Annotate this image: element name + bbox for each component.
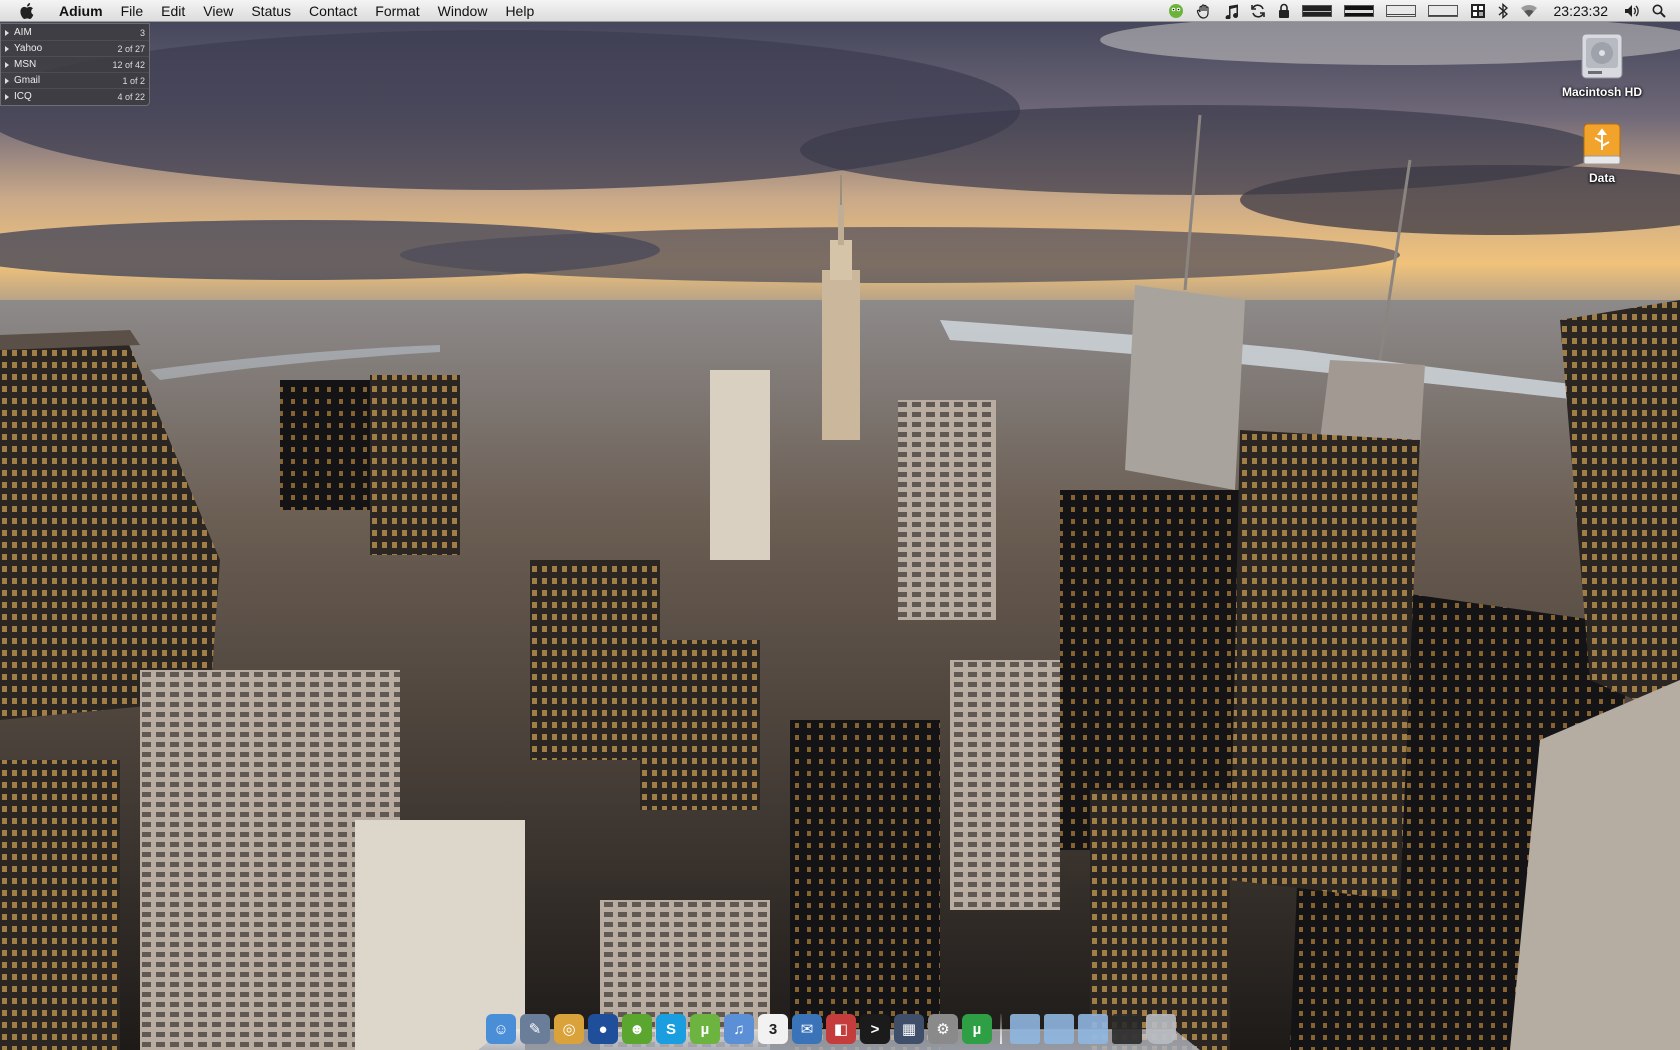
disk-meter-icon[interactable] (1422, 0, 1464, 22)
menu-window[interactable]: Window (429, 0, 497, 22)
dock-skype-icon[interactable]: S (656, 1014, 686, 1044)
lock-icon[interactable] (1272, 0, 1296, 22)
dock-adium-icon[interactable]: ☻ (622, 1014, 652, 1044)
dock-separator (1000, 1014, 1002, 1044)
adium-contact-list: AIM 3 Yahoo 2 of 27 MSN 12 of 42 Gmail 1… (0, 23, 150, 106)
network-meter-icon[interactable] (1380, 0, 1422, 22)
disclosure-triangle-icon[interactable] (5, 61, 9, 68)
memory-meter-icon[interactable] (1338, 0, 1380, 22)
disclosure-triangle-icon[interactable] (5, 93, 9, 100)
dock-items: ☺ ✎ ◎ ● ☻ Sµ ♫ 3 ✉ ◧ > ▦ ⚙ µ (484, 1014, 1178, 1044)
usb-drive-icon (1583, 123, 1621, 165)
menu-edit[interactable]: Edit (152, 0, 194, 22)
dock: ☺ ✎ ◎ ● ☻ Sµ ♫ 3 ✉ ◧ > ▦ ⚙ µ (478, 1004, 1200, 1050)
menu-clock[interactable]: 23:23:32 (1544, 0, 1619, 22)
menu-bar: Adium File Edit View Status Contact Form… (0, 0, 1680, 22)
account-name: AIM (14, 27, 32, 38)
dock-mail-icon[interactable]: ✉ (792, 1014, 822, 1044)
disclosure-triangle-icon[interactable] (5, 29, 9, 36)
account-count: 12 of 42 (112, 59, 145, 70)
desktop: Adium File Edit View Status Contact Form… (0, 0, 1680, 1050)
menu-format[interactable]: Format (366, 0, 428, 22)
dock-globe-icon[interactable]: ● (588, 1014, 618, 1044)
account-group-yahoo[interactable]: Yahoo 2 of 27 (1, 41, 149, 57)
dock-trash-icon[interactable] (1146, 1014, 1176, 1044)
account-name: MSN (14, 59, 37, 70)
dock-documents-folder-icon[interactable] (1044, 1014, 1074, 1044)
spotlight-icon[interactable] (1646, 0, 1680, 22)
dock-applications-folder-icon[interactable] (1010, 1014, 1040, 1044)
account-count: 4 of 22 (117, 91, 145, 102)
account-count: 1 of 2 (122, 75, 145, 86)
dock-utorrent-icon[interactable]: µ (962, 1014, 992, 1044)
account-group-gmail[interactable]: Gmail 1 of 2 (1, 73, 149, 89)
menu-help[interactable]: Help (496, 0, 543, 22)
dock-system-preferences-icon[interactable]: ⚙ (928, 1014, 958, 1044)
menu-app-name[interactable]: Adium (50, 0, 112, 22)
adium-status-icon[interactable] (1162, 0, 1190, 22)
dock-photo-tool-icon[interactable]: ◧ (826, 1014, 856, 1044)
desktop-icon-data[interactable]: Data (1552, 122, 1652, 185)
menu-file[interactable]: File (112, 0, 153, 22)
account-group-msn[interactable]: MSN 12 of 42 (1, 57, 149, 73)
account-group-icq[interactable]: ICQ 4 of 22 (1, 89, 149, 104)
music-icon[interactable] (1218, 0, 1244, 22)
menu-view[interactable]: View (194, 0, 242, 22)
hard-drive-icon (1581, 33, 1623, 79)
dock-utorrent-green-icon[interactable]: µ (690, 1014, 720, 1044)
apple-menu-icon[interactable] (16, 0, 38, 22)
account-count: 3 (139, 27, 145, 38)
dock-downloads-folder-icon[interactable] (1078, 1014, 1108, 1044)
wifi-icon[interactable] (1514, 0, 1544, 22)
dock-safari-icon[interactable]: ◎ (554, 1014, 584, 1044)
volume-icon[interactable] (1618, 0, 1646, 22)
dock-dashboard-icon[interactable]: ▦ (894, 1014, 924, 1044)
disclosure-triangle-icon[interactable] (5, 77, 9, 84)
menu-contact[interactable]: Contact (300, 0, 366, 22)
bluetooth-icon[interactable] (1492, 0, 1514, 22)
grid-icon[interactable] (1464, 0, 1492, 22)
account-name: Gmail (14, 75, 41, 86)
account-name: ICQ (14, 91, 32, 102)
desktop-icon-label: Macintosh HD (1561, 85, 1642, 99)
account-count: 2 of 27 (117, 43, 145, 54)
cpu-meter-icon[interactable] (1296, 0, 1338, 22)
dock-finder-icon[interactable]: ☺ (486, 1014, 516, 1044)
account-group-aim[interactable]: AIM 3 (1, 25, 149, 41)
menu-status[interactable]: Status (242, 0, 300, 22)
dock-preview-icon[interactable]: ✎ (520, 1014, 550, 1044)
disclosure-triangle-icon[interactable] (5, 45, 9, 52)
dock-terminal-icon[interactable]: > (860, 1014, 890, 1044)
hand-icon[interactable] (1190, 0, 1218, 22)
account-name: Yahoo (14, 43, 43, 54)
dock-ical-icon[interactable]: 3 (758, 1014, 788, 1044)
sync-icon[interactable] (1244, 0, 1272, 22)
dock-screen-stack-icon[interactable] (1112, 1014, 1142, 1044)
dock-itunes-icon[interactable]: ♫ (724, 1014, 754, 1044)
menu-extras: 23:23:32 (1162, 0, 1680, 22)
desktop-icon-label: Data (1588, 171, 1615, 185)
desktop-icon-macintosh-hd[interactable]: Macintosh HD (1552, 30, 1652, 99)
wallpaper (0, 0, 1680, 1050)
